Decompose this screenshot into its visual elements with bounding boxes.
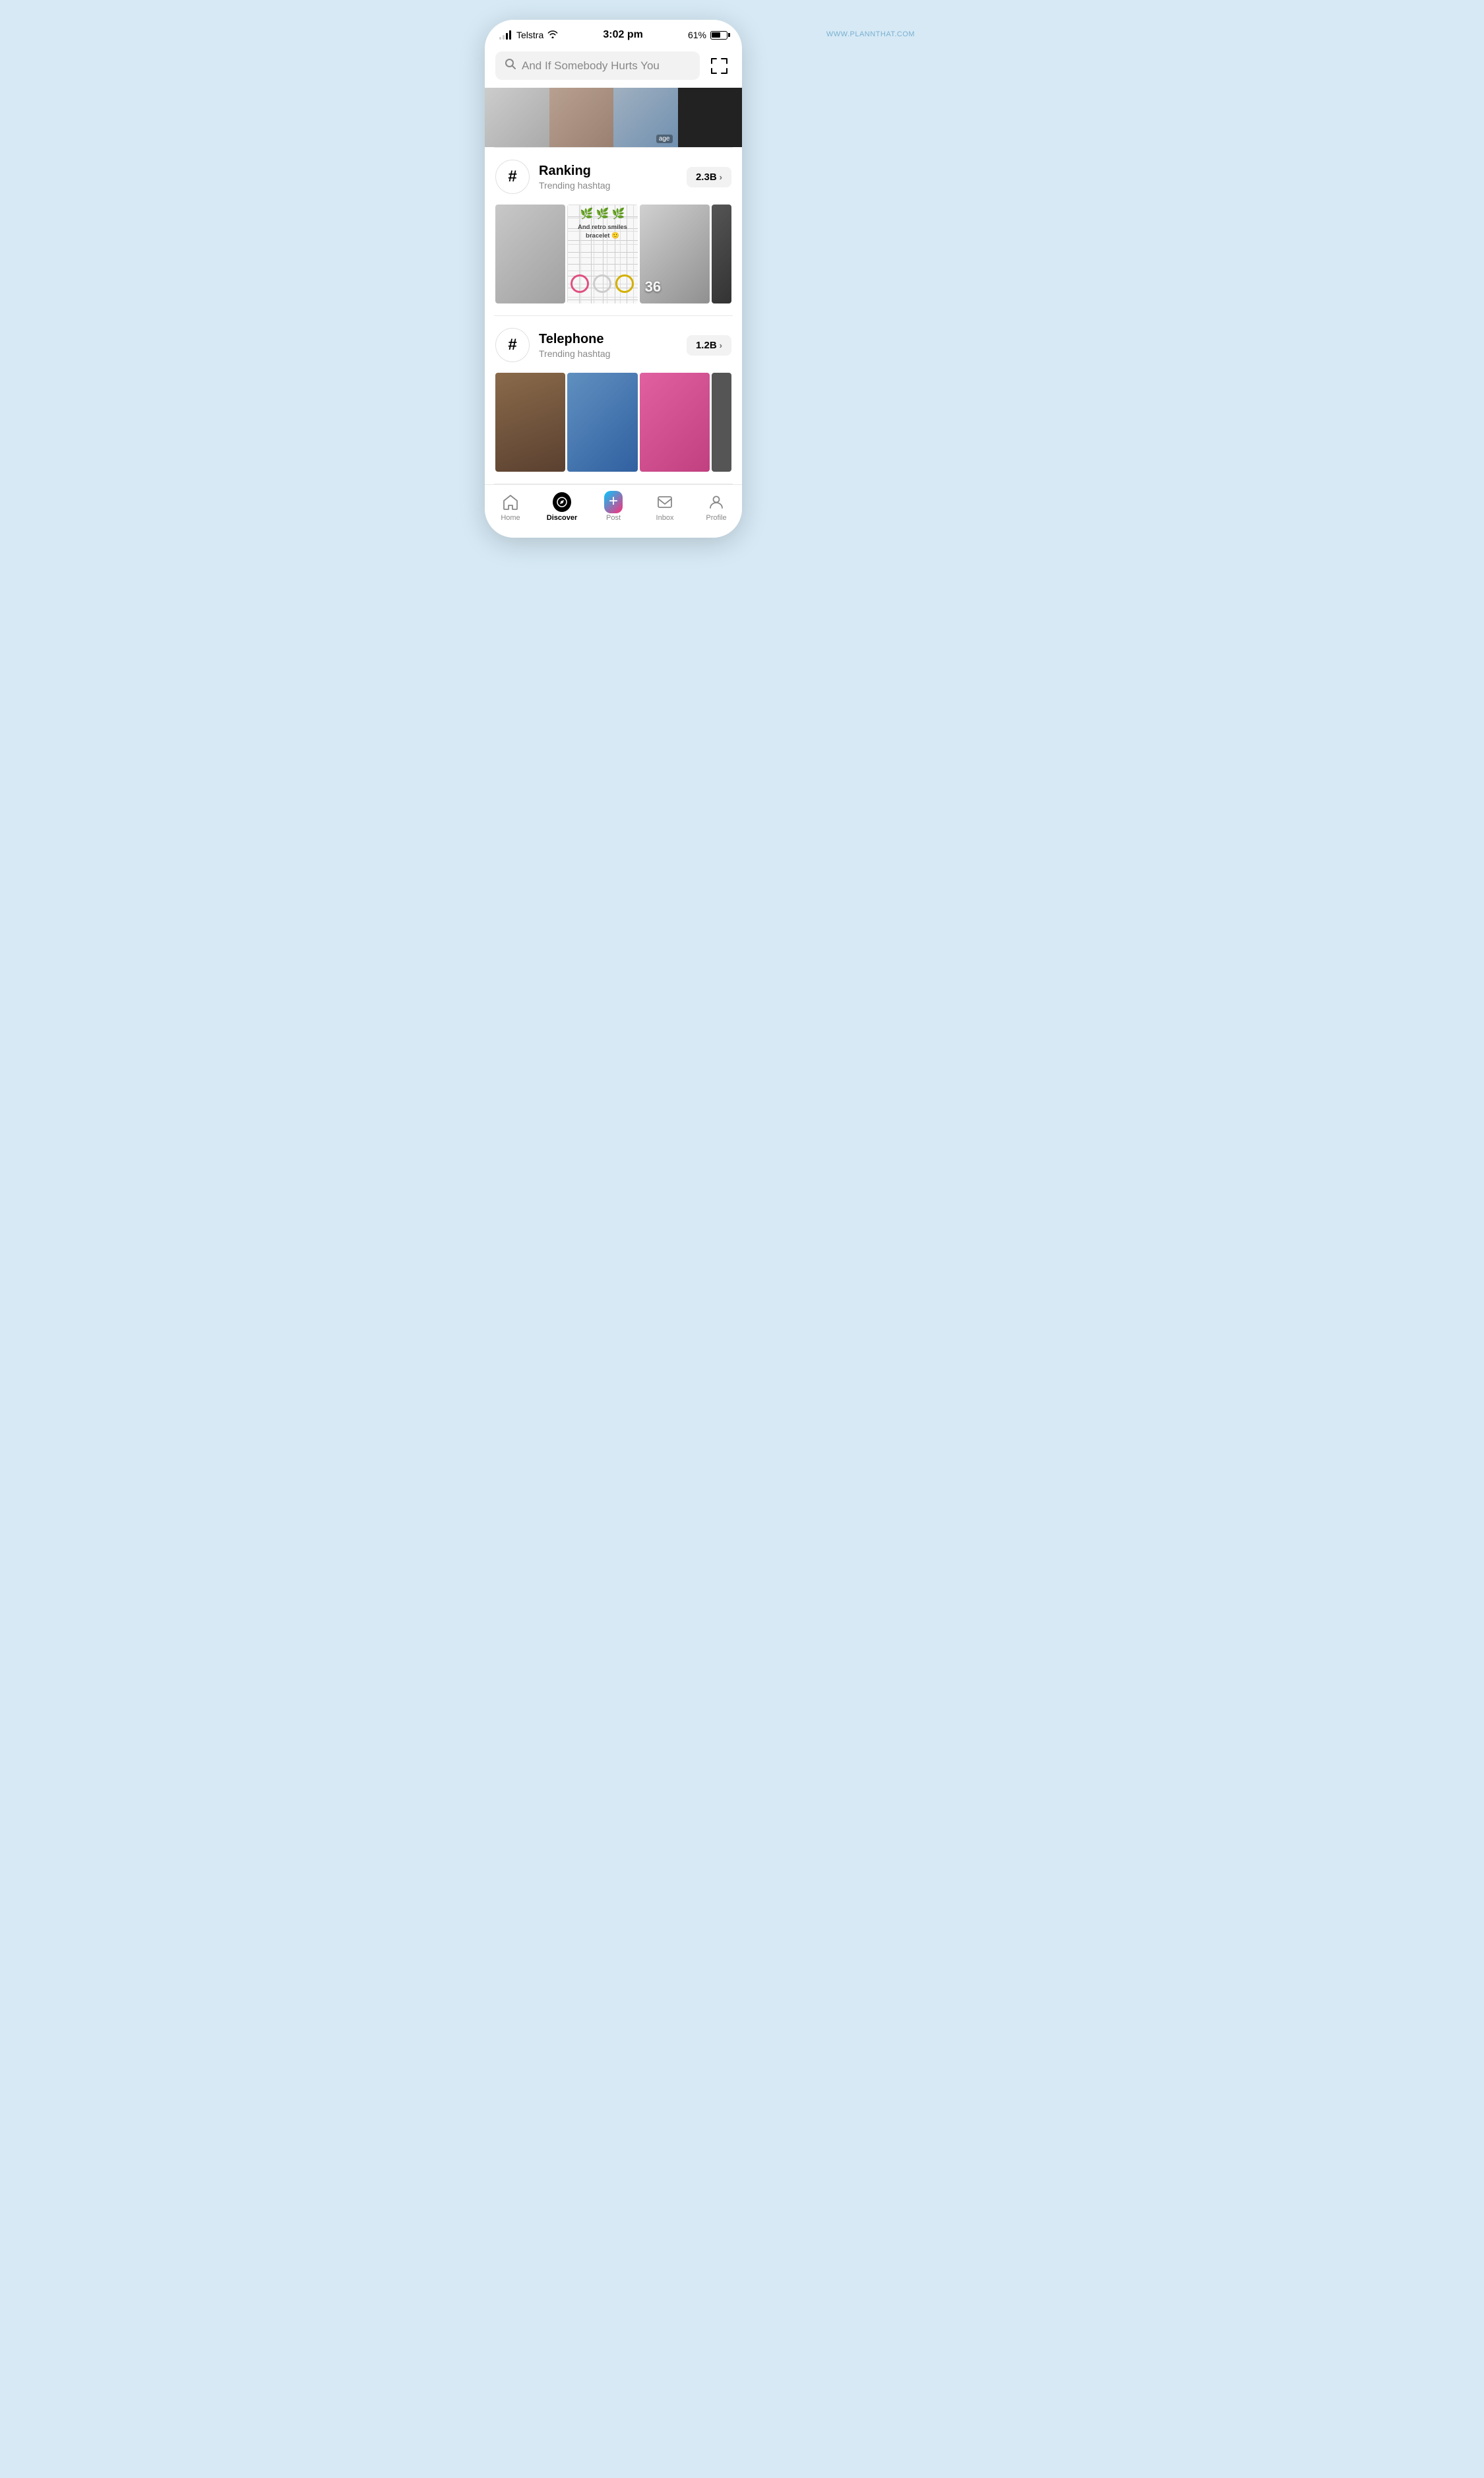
- chevron-right-icon-2: ›: [720, 340, 722, 350]
- inbox-icon: [656, 493, 674, 511]
- nav-profile-label: Profile: [706, 514, 726, 522]
- nav-post-label: Post: [606, 514, 621, 522]
- ranking-grid-img-1[interactable]: [495, 205, 565, 303]
- ranking-titles: Ranking Trending hashtag: [539, 163, 610, 191]
- telephone-grid: [495, 373, 731, 472]
- chevron-right-icon: ›: [720, 172, 722, 182]
- ranking-subtitle: Trending hashtag: [539, 180, 610, 191]
- nav-profile[interactable]: Profile: [691, 490, 742, 524]
- search-icon: [505, 58, 516, 73]
- telephone-title: Telephone: [539, 331, 610, 347]
- ranking-left: # Ranking Trending hashtag: [495, 160, 610, 194]
- phone-frame: Telstra 3:02 pm 61%: [485, 20, 742, 538]
- carrier: Telstra: [516, 30, 543, 40]
- top-img-3[interactable]: age: [613, 88, 678, 147]
- search-placeholder: And If Somebody Hurts You: [522, 59, 660, 73]
- scan-button[interactable]: [706, 53, 731, 79]
- hashtag-icon-ranking: #: [495, 160, 530, 194]
- telephone-header: # Telephone Trending hashtag 1.2B ›: [495, 328, 731, 362]
- search-bar[interactable]: And If Somebody Hurts You: [495, 51, 700, 80]
- battery-percent: 61%: [688, 30, 706, 40]
- profile-icon: [707, 493, 726, 511]
- nav-discover[interactable]: Discover: [536, 490, 588, 524]
- ranking-grid-img-4[interactable]: [712, 205, 731, 303]
- status-bar: Telstra 3:02 pm 61%: [485, 20, 742, 46]
- nav-post[interactable]: + Post: [588, 490, 639, 524]
- grid-img-text: 36: [640, 205, 710, 303]
- time: 3:02 pm: [603, 29, 642, 41]
- footer-text: WWW.PLANNTHAT.COM: [742, 20, 999, 42]
- status-right: 61%: [688, 30, 727, 40]
- telephone-grid-img-2[interactable]: [567, 373, 637, 472]
- top-img-4[interactable]: [678, 88, 743, 147]
- telephone-left: # Telephone Trending hashtag: [495, 328, 610, 362]
- telephone-count[interactable]: 1.2B ›: [687, 335, 731, 356]
- nav-home[interactable]: Home: [485, 490, 536, 524]
- hashtag-icon-telephone: #: [495, 328, 530, 362]
- telephone-subtitle: Trending hashtag: [539, 348, 610, 359]
- ranking-grid-img-2[interactable]: 🌿🌿🌿 And retro smilesbracelet 🙂: [567, 205, 637, 303]
- footer: WWW.PLANNTHAT.COM: [742, 20, 999, 42]
- telephone-titles: Telephone Trending hashtag: [539, 331, 610, 359]
- home-icon: [501, 493, 520, 511]
- status-left: Telstra: [499, 30, 558, 40]
- telephone-grid-img-4[interactable]: [712, 373, 731, 472]
- ranking-grid: 🌿🌿🌿 And retro smilesbracelet 🙂: [495, 205, 731, 303]
- section-ranking: # Ranking Trending hashtag 2.3B ›: [485, 148, 742, 303]
- top-images-strip: age: [485, 88, 742, 147]
- top-img-1[interactable]: [485, 88, 549, 147]
- signal-bars: [499, 30, 511, 40]
- ranking-header: # Ranking Trending hashtag 2.3B ›: [495, 160, 731, 194]
- telephone-grid-img-1[interactable]: [495, 373, 565, 472]
- top-img-2[interactable]: [549, 88, 614, 147]
- ranking-count[interactable]: 2.3B ›: [687, 167, 731, 187]
- section-telephone: # Telephone Trending hashtag 1.2B ›: [485, 316, 742, 472]
- post-icon: +: [604, 493, 623, 511]
- wifi-icon: [547, 30, 558, 40]
- ranking-grid-img-3[interactable]: 36: [640, 205, 710, 303]
- ranking-title: Ranking: [539, 163, 610, 179]
- search-container: And If Somebody Hurts You: [485, 46, 742, 88]
- nav-home-label: Home: [501, 514, 520, 522]
- nav-discover-label: Discover: [547, 514, 577, 522]
- nav-inbox-label: Inbox: [656, 514, 674, 522]
- discover-icon: [553, 493, 571, 511]
- telephone-grid-img-3[interactable]: [640, 373, 710, 472]
- nav-inbox[interactable]: Inbox: [639, 490, 691, 524]
- bottom-nav: Home Discover + Post: [485, 484, 742, 538]
- battery-icon: [710, 31, 727, 40]
